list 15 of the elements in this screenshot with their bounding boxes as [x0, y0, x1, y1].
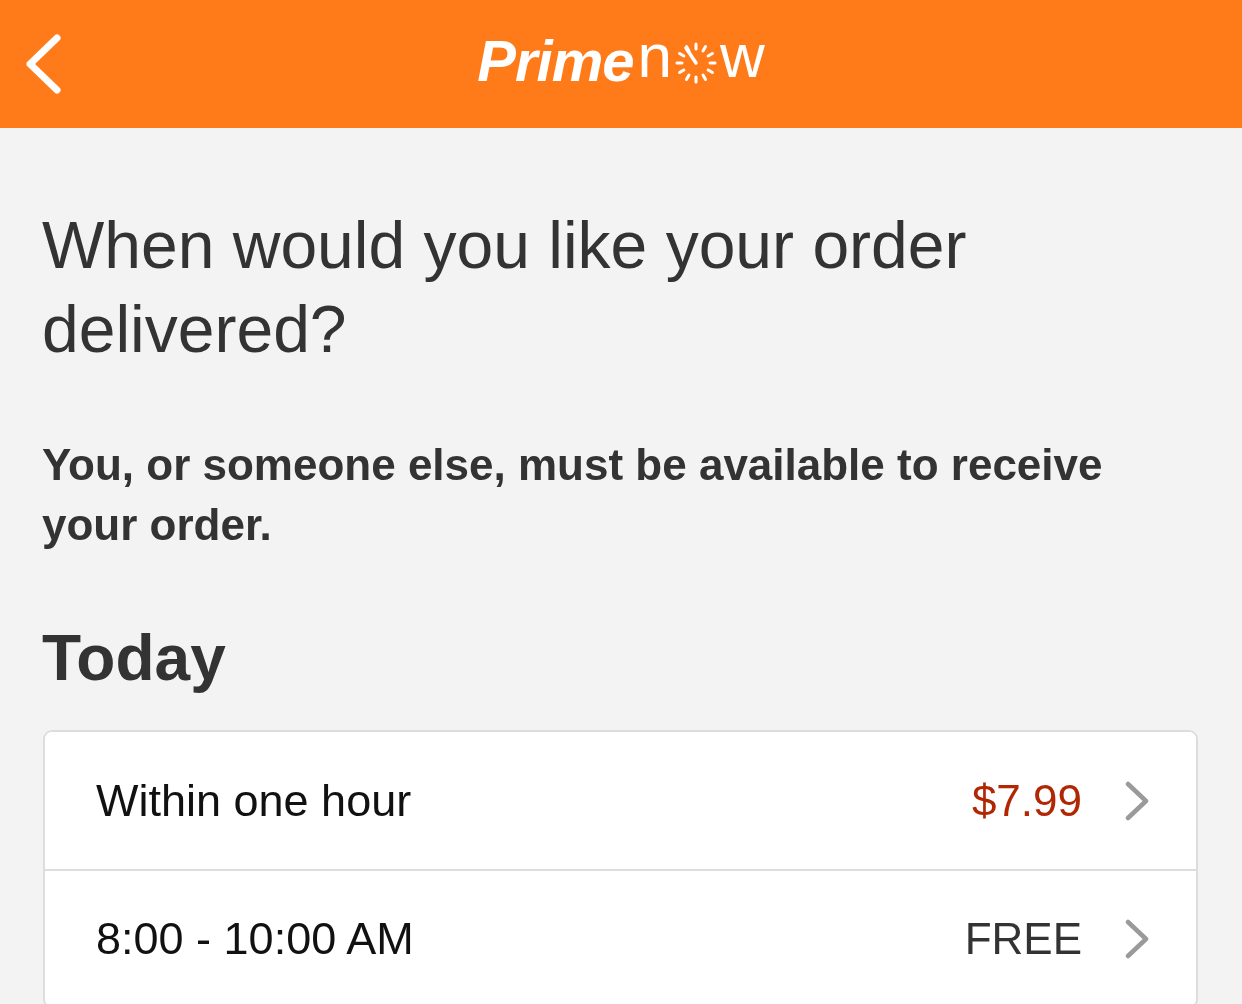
question-heading: When would you like your order delivered?	[42, 207, 968, 368]
chevron-right-icon	[1124, 918, 1150, 959]
chevron-left-icon	[24, 34, 62, 94]
logo-prime-text: Prime	[477, 32, 634, 90]
delivery-option[interactable]: 8:00 - 10:00 AM FREE	[45, 869, 1196, 1004]
logo-letter: n	[637, 25, 672, 87]
option-label: Within one hour	[96, 774, 413, 827]
clock-burst-icon	[674, 42, 717, 84]
chevron-right-icon	[1124, 780, 1150, 821]
option-price: FREE	[964, 913, 1082, 964]
notice-text: You, or someone else, must be available to receive your order.	[42, 439, 1104, 551]
option-label: 8:00 - 10:00 AM	[96, 912, 415, 965]
option-price: $7.99	[971, 775, 1082, 826]
logo-letter: w	[719, 25, 765, 87]
section-title: Today	[42, 621, 227, 696]
